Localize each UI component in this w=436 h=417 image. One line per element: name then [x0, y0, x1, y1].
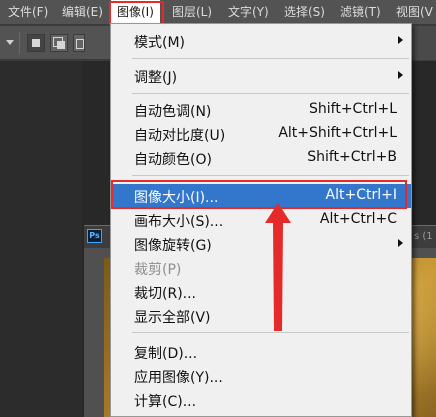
menu-item-calculations[interactable]: 计算(C)...: [111, 388, 411, 412]
menu-item-apply-image[interactable]: 应用图像(Y)...: [111, 364, 411, 388]
toolbar-right-strip: [408, 26, 436, 60]
menu-item-mode[interactable]: 模式(M): [111, 29, 411, 53]
menu-image[interactable]: 图像(I): [111, 0, 160, 25]
menu-item-label: 裁剪(P): [134, 262, 182, 278]
menu-item-label: 复制(D)...: [134, 346, 198, 362]
submenu-arrow-icon: [398, 239, 403, 247]
selection-mode-icon[interactable]: [73, 34, 85, 52]
tools-panel-area: [0, 61, 82, 417]
menu-item-auto-contrast[interactable]: 自动对比度(U) Alt+Shift+Ctrl+L: [111, 122, 411, 146]
menu-bar: 文件(F) 编辑(E) 图像(I) 图层(L) 文字(Y) 选择(S) 滤镜(T…: [0, 0, 436, 25]
menu-item-label: 模式(M): [134, 35, 186, 51]
menu-item-auto-tone[interactable]: 自动色调(N) Shift+Ctrl+L: [111, 98, 411, 122]
menu-select[interactable]: 选择(S): [278, 0, 331, 25]
menu-item-shortcut: Alt+Ctrl+C: [319, 211, 397, 227]
menu-item-label: 计算(C)...: [134, 394, 197, 410]
menu-item-image-size[interactable]: 图像大小(I)... Alt+Ctrl+I: [111, 184, 411, 208]
menu-item-shortcut: Shift+Ctrl+B: [307, 149, 397, 165]
menu-item-label: 裁切(R)...: [134, 286, 197, 302]
selection-add-button[interactable]: [50, 34, 68, 52]
ps-app-icon: Ps: [87, 229, 102, 243]
menu-item-shortcut: Alt+Ctrl+I: [325, 187, 397, 203]
menu-item-shortcut: Shift+Ctrl+L: [309, 101, 397, 117]
document-tab-title[interactable]: s (1: [414, 226, 436, 248]
menu-view[interactable]: 视图(V: [390, 0, 436, 25]
menu-item-label: 调整(J): [134, 70, 178, 86]
menu-layer[interactable]: 图层(L): [166, 0, 218, 25]
image-menu-dropdown: 模式(M) 调整(J) 自动色调(N) Shift+Ctrl+L 自动对比度(U…: [110, 23, 412, 417]
menu-item-image-rotation[interactable]: 图像旋转(G): [111, 232, 411, 256]
menu-item-auto-color[interactable]: 自动颜色(O) Shift+Ctrl+B: [111, 146, 411, 170]
menu-item-label: 画布大小(S)...: [134, 214, 224, 230]
menu-item-shortcut: Alt+Shift+Ctrl+L: [278, 125, 397, 141]
menu-item-canvas-size[interactable]: 画布大小(S)... Alt+Ctrl+C: [111, 208, 411, 232]
menu-item-label: 自动颜色(O): [134, 152, 212, 168]
menu-item-label: 应用图像(Y)...: [134, 370, 223, 386]
menu-item-label: 显示全部(V): [134, 310, 211, 326]
menu-separator: [132, 58, 409, 59]
dropdown-caret-icon[interactable]: [6, 40, 14, 45]
selection-new-button[interactable]: [27, 34, 45, 52]
menu-item-label: 自动对比度(U): [134, 128, 226, 144]
menu-item-adjust[interactable]: 调整(J): [111, 64, 411, 88]
menu-separator: [132, 93, 409, 94]
menu-file[interactable]: 文件(F): [2, 0, 54, 25]
menu-item-label: 图像旋转(G): [134, 238, 212, 254]
menu-item-crop: 裁剪(P): [111, 256, 411, 280]
menu-type[interactable]: 文字(Y): [222, 0, 275, 25]
menu-filter[interactable]: 滤镜(T): [334, 0, 387, 25]
menu-separator: [132, 175, 409, 176]
menu-item-duplicate[interactable]: 复制(D)...: [111, 340, 411, 364]
submenu-arrow-icon: [398, 36, 403, 44]
menu-item-label: 自动色调(N): [134, 104, 212, 120]
menu-edit[interactable]: 编辑(E): [56, 0, 109, 25]
menu-separator: [132, 332, 409, 333]
submenu-arrow-icon: [398, 71, 403, 79]
menu-item-trim[interactable]: 裁切(R)...: [111, 280, 411, 304]
menu-item-reveal-all[interactable]: 显示全部(V): [111, 304, 411, 328]
menu-item-label: 图像大小(I)...: [134, 190, 219, 206]
toolbar-separator: [19, 32, 20, 54]
